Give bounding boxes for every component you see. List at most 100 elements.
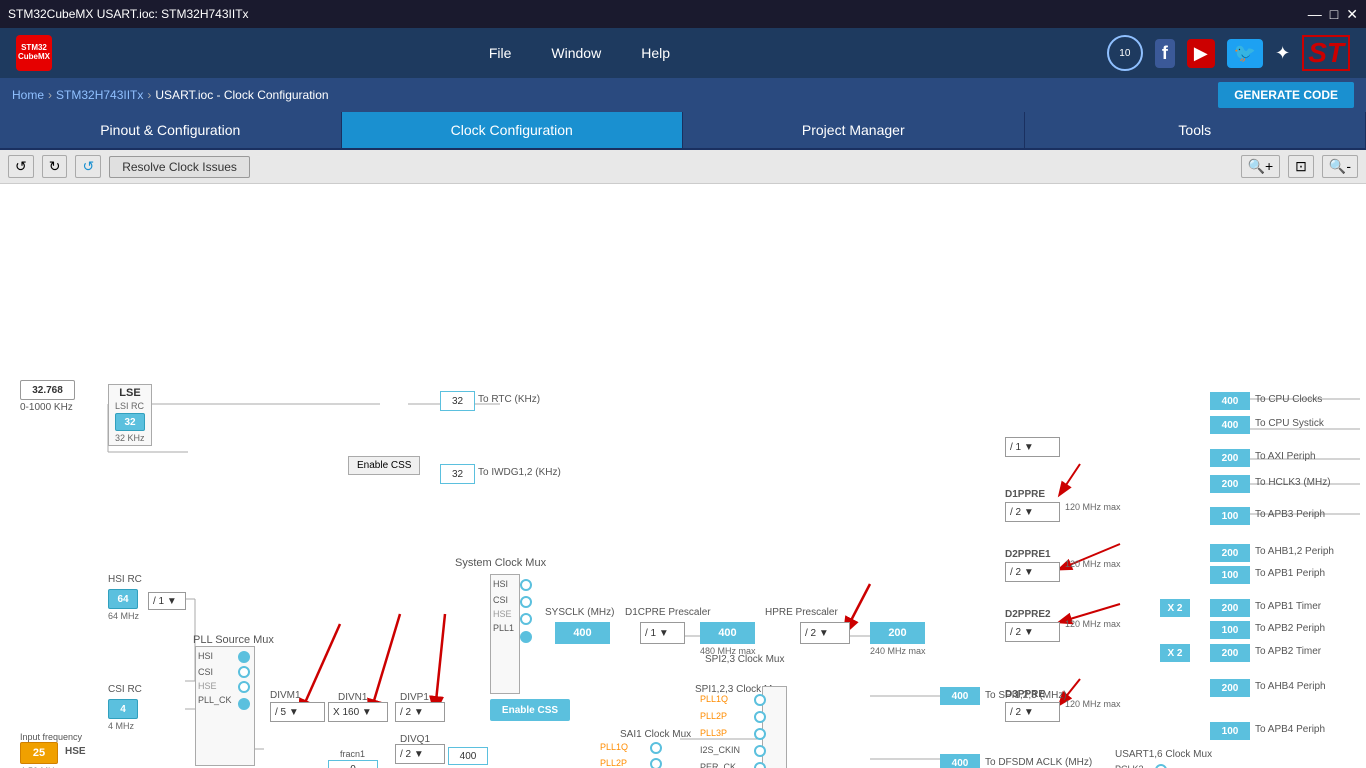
undo-button[interactable]: ↺ xyxy=(8,155,34,178)
apb4-val[interactable]: 100 xyxy=(1210,722,1250,740)
menu-file[interactable]: File xyxy=(489,45,512,61)
radio-csi[interactable] xyxy=(238,666,250,678)
radio-pllck[interactable] xyxy=(238,698,250,710)
hclk3-val[interactable]: 200 xyxy=(1210,475,1250,493)
d2ppre2-select[interactable]: / 2 ▼ xyxy=(1005,622,1060,642)
youtube-icon[interactable]: ▶ xyxy=(1187,39,1215,68)
axi-val[interactable]: 200 xyxy=(1210,449,1250,467)
enable-css-lse-button[interactable]: Enable CSS xyxy=(348,456,420,475)
fracn1-val[interactable]: 0 xyxy=(328,760,378,768)
spi-radio-perck[interactable] xyxy=(754,762,766,768)
system-clock-mux-box: HSI CSI HSE PLL1 xyxy=(490,574,520,694)
spi-radio-pll2p[interactable] xyxy=(754,711,766,723)
divq1-val[interactable]: 400 xyxy=(448,747,488,765)
zoom-in-button[interactable]: 🔍+ xyxy=(1241,155,1281,178)
toolbar: ↺ ↻ ↺ Resolve Clock Issues 🔍+ ⊡ 🔍- xyxy=(0,150,1366,184)
d1cpre-select[interactable]: / 1 ▼ xyxy=(640,622,685,644)
ahb4-val[interactable]: 200 xyxy=(1210,679,1250,697)
sysclk-radio-csi[interactable] xyxy=(520,596,532,608)
hpre-out-val[interactable]: 200 xyxy=(870,622,925,644)
menu-window[interactable]: Window xyxy=(551,45,601,61)
facebook-icon[interactable]: f xyxy=(1155,39,1175,68)
radio-hse-mux[interactable] xyxy=(238,681,250,693)
enable-css-button[interactable]: Enable CSS xyxy=(490,699,570,721)
mult160-select[interactable]: X 160 ▼ xyxy=(328,702,388,722)
divq1-select[interactable]: / 2 ▼ xyxy=(395,744,445,764)
apb2-val[interactable]: 100 xyxy=(1210,621,1250,639)
spi-radio-i2sckin[interactable] xyxy=(754,745,766,757)
tab-project[interactable]: Project Manager xyxy=(683,112,1025,148)
sysclk-radio-pll1[interactable] xyxy=(520,631,532,643)
zoom-out-button[interactable]: 🔍- xyxy=(1322,155,1358,178)
hsi-div-select[interactable]: / 1 ▼ xyxy=(148,592,186,610)
tab-clock[interactable]: Clock Configuration xyxy=(342,112,684,148)
breadcrumb-home[interactable]: Home xyxy=(12,88,44,102)
d3ppre-select[interactable]: / 2 ▼ xyxy=(1005,702,1060,722)
d3ppre-max-label: 120 MHz max xyxy=(1065,699,1121,709)
cpu-systick-label: To CPU Systick xyxy=(1255,418,1324,429)
sysclk-radio-hsi[interactable] xyxy=(520,579,532,591)
sysclk-val[interactable]: 400 xyxy=(555,622,610,644)
x2-mul1: X 2 xyxy=(1160,599,1190,617)
hpre-select[interactable]: / 2 ▼ xyxy=(800,622,850,644)
spi-radio-pll3p[interactable] xyxy=(754,728,766,740)
hse-val[interactable]: 25 xyxy=(20,742,58,764)
close-button[interactable]: ✕ xyxy=(1346,6,1358,23)
sai1-pll1q-label: PLL1Q xyxy=(600,742,628,752)
apb1-val[interactable]: 100 xyxy=(1210,566,1250,584)
dfsdm-out-val[interactable]: 400 xyxy=(940,754,980,768)
d2ppre2-label: D2PPRE2 xyxy=(1005,609,1051,620)
cpu-clocks-val[interactable]: 400 xyxy=(1210,392,1250,410)
network-icon[interactable]: ✦ xyxy=(1275,43,1290,64)
apb2t-val[interactable]: 200 xyxy=(1210,644,1250,662)
sai1-radio-pll2p[interactable] xyxy=(650,758,662,768)
title-bar-title: STM32CubeMX USART.ioc: STM32H743IITx xyxy=(8,7,249,21)
fit-screen-button[interactable]: ⊡ xyxy=(1288,155,1314,178)
sysclk-radio-hse[interactable] xyxy=(520,613,532,625)
redo-button[interactable]: ↻ xyxy=(42,155,68,178)
menu-help[interactable]: Help xyxy=(641,45,670,61)
d1ppre-select[interactable]: / 2 ▼ xyxy=(1005,502,1060,522)
d1cpre-out-val[interactable]: 400 xyxy=(700,622,755,644)
spi-radio-pll1q[interactable] xyxy=(754,694,766,706)
title-bar-controls[interactable]: — □ ✕ xyxy=(1308,6,1358,23)
resolve-clock-issues-button[interactable]: Resolve Clock Issues xyxy=(109,156,250,178)
hpre-label: HPRE Prescaler xyxy=(765,607,838,618)
top-div1-select[interactable]: / 1 ▼ xyxy=(1005,437,1060,457)
apb2t-label: To APB2 Timer xyxy=(1255,646,1321,657)
spi-out-val[interactable]: 400 xyxy=(940,687,980,705)
tab-tools[interactable]: Tools xyxy=(1025,112,1366,148)
divm1-select[interactable]: / 5 ▼ xyxy=(270,702,325,722)
spi-pll3p: PLL3P xyxy=(700,728,727,738)
minimize-button[interactable]: — xyxy=(1308,6,1322,23)
d2ppre1-max-label: 120 MHz max xyxy=(1065,559,1121,569)
divp1-select[interactable]: / 2 ▼ xyxy=(395,702,445,722)
lse-freq-box[interactable]: 32.768 xyxy=(20,380,75,400)
ahb12-val[interactable]: 200 xyxy=(1210,544,1250,562)
maximize-button[interactable]: □ xyxy=(1330,6,1338,23)
cpu-systick-val[interactable]: 400 xyxy=(1210,416,1250,434)
sai1-radio-pll1q[interactable] xyxy=(650,742,662,754)
csi-rc-val[interactable]: 4 xyxy=(108,699,138,719)
apb1t-val[interactable]: 200 xyxy=(1210,599,1250,617)
d2ppre2-max-label: 120 MHz max xyxy=(1065,619,1121,629)
sai1-mux-label: SAI1 Clock Mux xyxy=(620,729,691,740)
logo: STM32CubeMX xyxy=(16,35,52,71)
rtc-val-box[interactable]: 32 xyxy=(440,391,475,411)
refresh-button[interactable]: ↺ xyxy=(75,155,101,178)
d2ppre1-select[interactable]: / 2 ▼ xyxy=(1005,562,1060,582)
twitter-icon[interactable]: 🐦 xyxy=(1227,39,1263,68)
apb3-label: To APB3 Periph xyxy=(1255,509,1325,520)
tab-pinout[interactable]: Pinout & Configuration xyxy=(0,112,342,148)
input-freq-label: Input frequency xyxy=(20,732,82,742)
breadcrumb-device[interactable]: STM32H743IITx xyxy=(56,88,143,102)
sysclk-label: SYSCLK (MHz) xyxy=(545,607,614,618)
hsi-rc-val[interactable]: 64 xyxy=(108,589,138,609)
hpre-max-label: 240 MHz max xyxy=(870,646,926,656)
generate-code-button[interactable]: GENERATE CODE xyxy=(1218,82,1354,108)
lse-range-label: 0-1000 KHz xyxy=(20,402,73,413)
apb3-val[interactable]: 100 xyxy=(1210,507,1250,525)
apb4-label: To APB4 Periph xyxy=(1255,724,1325,735)
iwdg-val-box[interactable]: 32 xyxy=(440,464,475,484)
radio-hsi[interactable] xyxy=(238,651,250,663)
